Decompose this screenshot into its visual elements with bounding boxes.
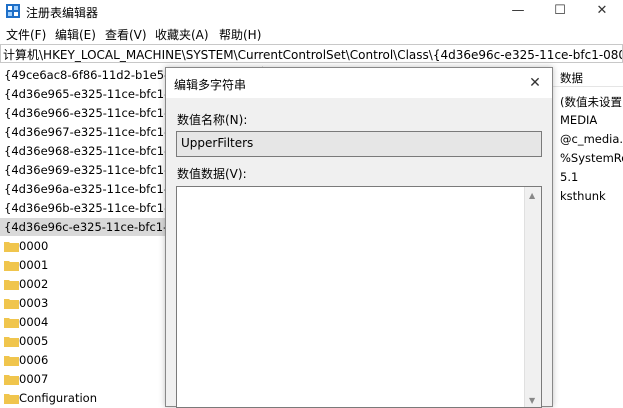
folder-icon	[4, 318, 19, 328]
folder-label: 0003	[19, 296, 49, 310]
menu-file[interactable]: 文件(F)	[6, 26, 46, 43]
dialog-title-bar: 编辑多字符串 ✕	[166, 68, 552, 98]
folder-icon	[4, 261, 19, 271]
title-bar: 注册表编辑器 — ☐ ✕	[0, 0, 623, 23]
window-title: 注册表编辑器	[26, 6, 99, 20]
menu-favorites[interactable]: 收藏夹(A)	[155, 26, 209, 43]
folder-label: 0004	[19, 315, 49, 329]
minimize-button[interactable]: —	[497, 0, 539, 23]
menu-bar: 文件(F) 编辑(E) 查看(V) 收藏夹(A) 帮助(H)	[0, 24, 623, 43]
scroll-down-icon[interactable]: ▼	[529, 396, 535, 405]
close-button[interactable]: ✕	[581, 0, 623, 23]
folder-label: 0007	[19, 372, 49, 386]
folder-icon	[4, 280, 19, 290]
folder-icon	[4, 394, 19, 404]
minimize-icon: —	[511, 3, 525, 18]
menu-view[interactable]: 查看(V)	[105, 26, 147, 43]
folder-icon	[4, 299, 19, 309]
close-icon: ✕	[529, 75, 541, 91]
folder-icon	[4, 242, 19, 252]
value-data-cell: (数值未设置)	[560, 95, 623, 109]
folder-icon	[4, 375, 19, 385]
folder-label: 0000	[19, 239, 49, 253]
maximize-button[interactable]: ☐	[539, 0, 581, 23]
maximize-icon: ☐	[554, 3, 566, 18]
edit-multi-string-dialog: 编辑多字符串 ✕ 数值名称(N): UpperFilters 数值数据(V): …	[165, 67, 553, 408]
value-name-text: UpperFilters	[181, 136, 254, 150]
folder-label: 0006	[19, 353, 49, 367]
value-data-cell: 5.1	[560, 170, 579, 184]
folder-label: Configuration	[19, 391, 97, 405]
column-header-data[interactable]: 数据	[552, 66, 623, 87]
folder-label: 0002	[19, 277, 49, 291]
value-data-textarea[interactable]: ▲ ▼	[176, 186, 542, 408]
folder-icon	[4, 337, 19, 347]
address-path: 计算机\HKEY_LOCAL_MACHINE\SYSTEM\CurrentCon…	[3, 48, 622, 62]
menu-edit[interactable]: 编辑(E)	[55, 26, 96, 43]
folder-label: 0001	[19, 258, 49, 272]
value-name-field[interactable]: UpperFilters	[176, 131, 542, 157]
value-data-cell: MEDIA	[560, 113, 598, 127]
value-data-label: 数值数据(V):	[177, 167, 247, 181]
vertical-scrollbar[interactable]: ▲ ▼	[524, 187, 541, 407]
close-icon: ✕	[596, 3, 608, 18]
folder-label: 0005	[19, 334, 49, 348]
value-data-cell: ksthunk	[560, 189, 606, 203]
value-data-cell: @c_media.inf	[560, 132, 623, 146]
dialog-title: 编辑多字符串	[174, 78, 247, 92]
folder-icon	[4, 356, 19, 366]
value-data-cell: %SystemRoot%	[560, 151, 623, 165]
menu-help[interactable]: 帮助(H)	[219, 26, 261, 43]
column-header-label: 数据	[560, 71, 583, 85]
registry-editor-icon	[6, 4, 20, 18]
scroll-up-icon[interactable]: ▲	[529, 191, 535, 200]
dialog-close-button[interactable]: ✕	[518, 68, 552, 98]
value-name-label: 数值名称(N):	[177, 113, 248, 127]
address-bar[interactable]: 计算机\HKEY_LOCAL_MACHINE\SYSTEM\CurrentCon…	[0, 44, 623, 63]
